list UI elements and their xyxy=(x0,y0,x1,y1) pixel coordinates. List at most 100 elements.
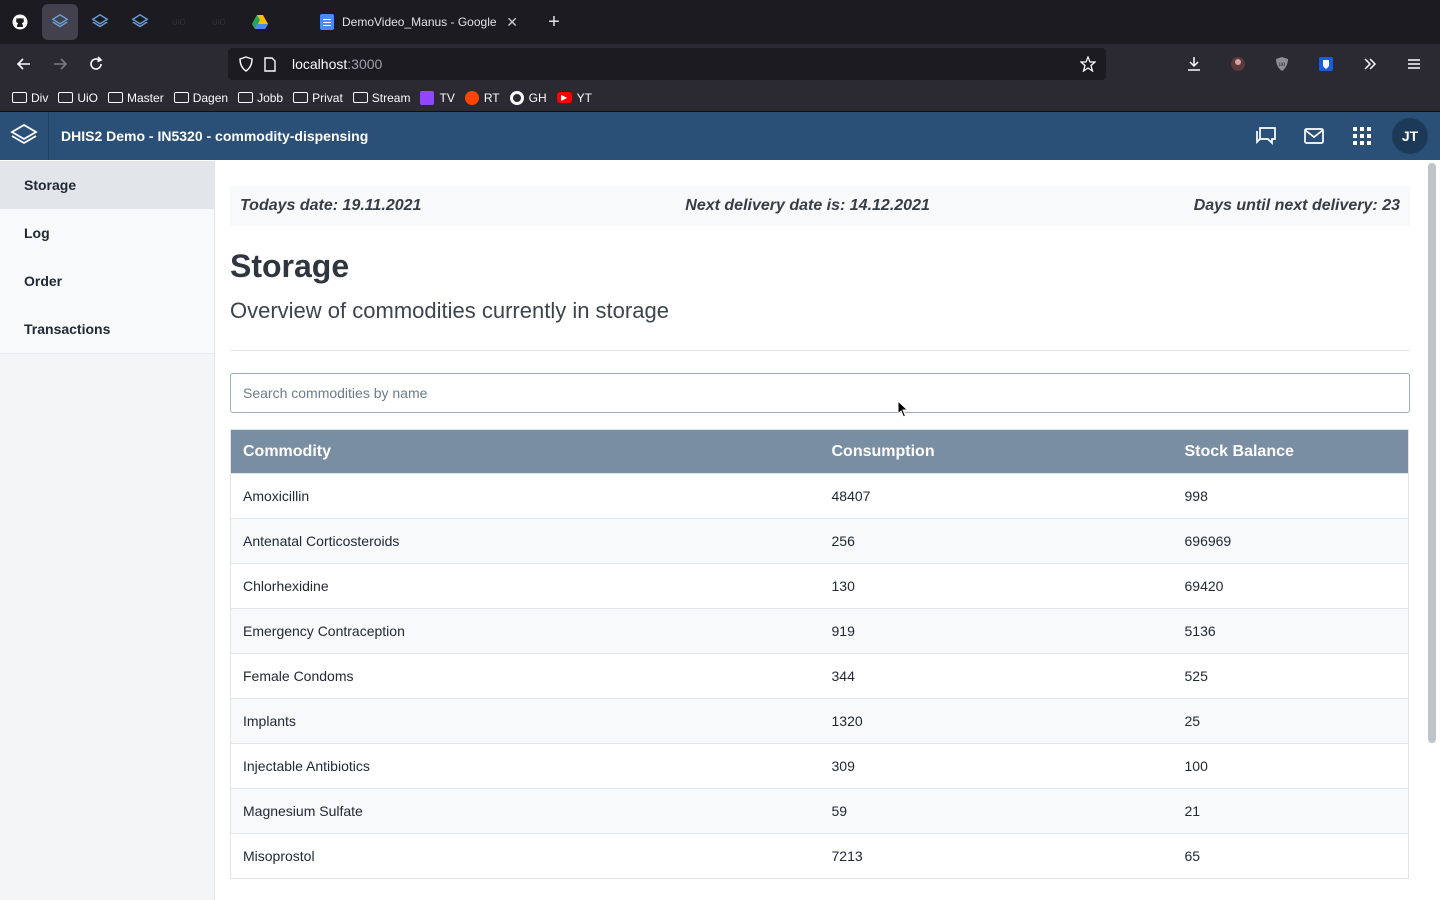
app-header: DHIS2 Demo - IN5320 - commodity-dispensi… xyxy=(0,112,1440,160)
bookmark-jobb[interactable]: Jobb xyxy=(238,91,283,105)
table-row: Female Condoms 344 525 xyxy=(230,653,1409,699)
svg-text:uo: uo xyxy=(1279,62,1286,68)
cell-stock-balance: 100 xyxy=(1172,743,1409,789)
sidebar-item-storage[interactable]: Storage xyxy=(0,161,214,209)
bookmark-label: YT xyxy=(576,90,592,105)
arrow-left-icon xyxy=(16,58,30,70)
next-delivery-date: Next delivery date is: 14.12.2021 xyxy=(685,197,930,214)
sidebar-item-order[interactable]: Order xyxy=(0,257,214,305)
bookmark-dagen[interactable]: Dagen xyxy=(173,90,229,105)
messages-button[interactable] xyxy=(1290,112,1338,160)
downloads-button[interactable] xyxy=(1178,48,1210,80)
interpretations-button[interactable] xyxy=(1242,112,1290,160)
forward-button[interactable] xyxy=(44,48,76,80)
tab-uio-2[interactable]: UiO xyxy=(202,4,238,40)
cell-consumption: 59 xyxy=(819,788,1173,834)
url-bar[interactable]: localhost:3000 xyxy=(228,48,1106,80)
bookmark-label: Privat xyxy=(312,90,343,105)
dhis2-icon xyxy=(51,13,69,28)
bookmark-tv[interactable]: TV xyxy=(420,90,455,105)
tab-dhis2-active[interactable] xyxy=(42,4,78,40)
cell-commodity: Antenatal Corticosteroids xyxy=(230,518,820,564)
column-header-consumption[interactable]: Consumption xyxy=(819,429,1173,474)
avatar[interactable]: JT xyxy=(1392,118,1428,154)
cell-commodity: Emergency Contraception xyxy=(230,608,820,654)
bookmark-stream[interactable]: Stream xyxy=(352,91,410,105)
more-tools-button[interactable] xyxy=(1354,48,1386,80)
tab-title: DemoVideo_Manus - Google Dc xyxy=(342,15,501,29)
bookmark-star-icon[interactable] xyxy=(1076,52,1100,76)
url-host: localhost xyxy=(292,56,348,72)
commodities-table: Commodity Consumption Stock Balance Amox… xyxy=(230,429,1409,879)
column-header-stock-balance[interactable]: Stock Balance xyxy=(1172,429,1409,474)
svg-text:UiO: UiO xyxy=(172,18,186,27)
header-actions: JT xyxy=(1242,112,1440,160)
bookmark-label: Dagen xyxy=(192,90,229,105)
dhis2-icon xyxy=(131,13,149,28)
apps-menu-button[interactable] xyxy=(1338,112,1386,160)
table-row: Amoxicillin 48407 998 xyxy=(230,473,1409,519)
google-docs-icon xyxy=(320,14,334,30)
close-tab-icon[interactable]: ✕ xyxy=(506,14,518,31)
cell-stock-balance: 25 xyxy=(1172,698,1409,744)
bookmark-yt[interactable]: ▶ YT xyxy=(556,90,592,105)
dhis2-logo[interactable] xyxy=(0,112,49,160)
tab-dhis2[interactable] xyxy=(82,4,118,40)
bookmark-master[interactable]: Master xyxy=(108,91,164,105)
svg-text:UiO: UiO xyxy=(212,18,226,27)
sidebar-menu: Storage Log Order Transactions xyxy=(0,161,214,354)
cell-commodity: Amoxicillin xyxy=(230,473,820,519)
main-content: Todays date: 19.11.2021 Next delivery da… xyxy=(230,161,1410,879)
search-field[interactable] xyxy=(230,373,1410,413)
cell-consumption: 130 xyxy=(819,563,1173,609)
cell-commodity: Chlorhexidine xyxy=(230,563,820,609)
cell-stock-balance: 998 xyxy=(1172,473,1409,519)
page-title: Storage xyxy=(230,248,350,284)
profile-extension-button[interactable] xyxy=(1222,48,1254,80)
table-row: Chlorhexidine 130 69420 xyxy=(230,563,1409,609)
cell-consumption: 309 xyxy=(819,743,1173,789)
table-row: Implants 1320 25 xyxy=(230,698,1409,744)
cell-stock-balance: 69420 xyxy=(1172,563,1409,609)
tab-google-drive[interactable] xyxy=(242,4,278,40)
back-button[interactable] xyxy=(8,48,40,80)
dhis2-logo-icon xyxy=(10,123,38,145)
tab-google-docs[interactable]: DemoVideo_Manus - Google Dc ✕ xyxy=(312,4,526,40)
reload-button[interactable] xyxy=(80,48,112,80)
cell-consumption: 7213 xyxy=(819,833,1173,879)
bookmark-uio[interactable]: UiO xyxy=(58,91,98,105)
table-row: Injectable Antibiotics 309 100 xyxy=(230,743,1409,789)
page-subtitle: Overview of commodities currently in sto… xyxy=(230,298,669,323)
sidebar-item-log[interactable]: Log xyxy=(0,209,214,257)
bitwarden-button[interactable] xyxy=(1310,48,1342,80)
tab-github[interactable] xyxy=(2,4,38,40)
cell-stock-balance: 5136 xyxy=(1172,608,1409,654)
github-icon xyxy=(12,14,28,30)
sidebar-item-transactions[interactable]: Transactions xyxy=(0,305,214,353)
profile-extension-icon xyxy=(1231,57,1245,71)
toolbar-right: uo xyxy=(1178,48,1430,80)
cell-stock-balance: 525 xyxy=(1172,653,1409,699)
cell-stock-balance: 696969 xyxy=(1172,518,1409,564)
menu-button[interactable] xyxy=(1398,48,1430,80)
bookmark-div[interactable]: Div xyxy=(12,91,48,105)
search-input[interactable] xyxy=(243,385,1409,401)
column-header-commodity[interactable]: Commodity xyxy=(230,429,820,474)
new-tab-button[interactable]: + xyxy=(540,11,568,34)
ublock-button[interactable]: uo xyxy=(1266,48,1298,80)
shield-icon[interactable] xyxy=(234,52,258,76)
mouse-cursor-icon xyxy=(897,400,909,418)
bookmark-label: GH xyxy=(528,90,547,105)
bookmark-gh[interactable]: GH xyxy=(509,90,547,105)
folder-icon xyxy=(238,92,254,103)
url-port: :3000 xyxy=(347,56,383,72)
bookmark-privat[interactable]: Privat xyxy=(293,91,343,105)
tab-dhis2-2[interactable] xyxy=(122,4,158,40)
chevron-double-right-icon xyxy=(1364,58,1377,70)
browser-tab-bar: UiO UiO DemoVideo_Manus - Google Dc ✕ + xyxy=(0,0,1440,44)
page-scrollbar[interactable] xyxy=(1428,163,1436,743)
uio-icon: UiO xyxy=(171,17,189,27)
tab-uio[interactable]: UiO xyxy=(162,4,198,40)
uio-icon: UiO xyxy=(211,17,229,27)
bookmark-rt[interactable]: RT xyxy=(464,90,500,105)
